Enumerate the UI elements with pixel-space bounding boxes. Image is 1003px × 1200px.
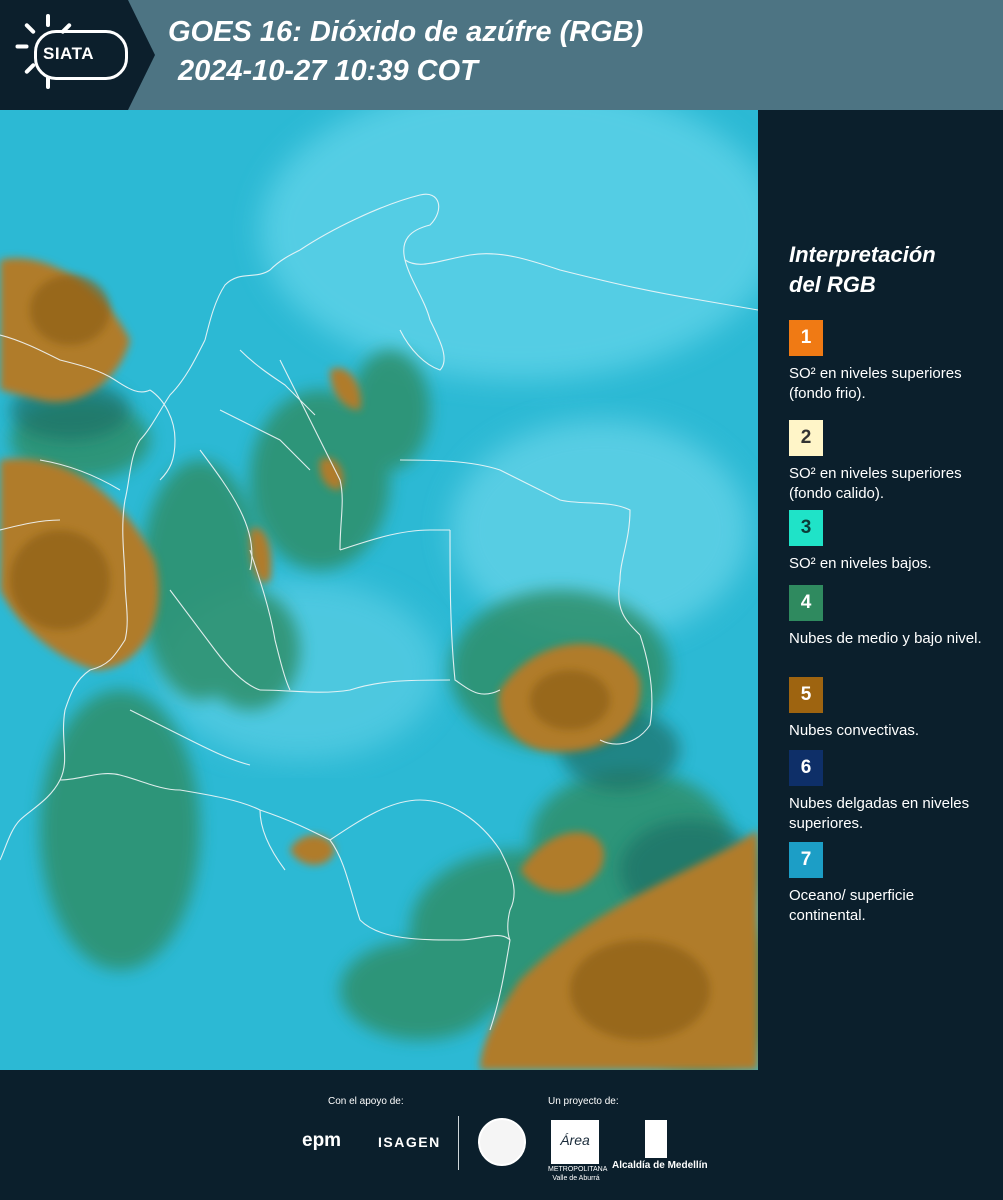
alcaldia-label[interactable]: Alcaldía de Medellín [612,1160,708,1171]
area-metropolitana-subtitle: METROPOLITANA Valle de Aburrá [548,1166,608,1182]
sun-ray-icon [46,14,50,27]
logo-text: SIATA [43,44,94,63]
page-timestamp: 2024-10-27 10:39 COT [178,55,478,87]
legend-item-5: 5 Nubes convectivas. [789,677,989,741]
epm-logo[interactable]: epm [302,1130,341,1152]
alcaldia-emblem-icon [645,1120,667,1158]
legend-item-4: 4 Nubes de medio y bajo nivel. [789,585,989,649]
legend-item-text: Nubes de medio y bajo nivel. [789,630,982,647]
page-title: GOES 16: Dióxido de azúfre (RGB) [168,16,644,48]
satellite-map[interactable] [0,110,758,1070]
legend-item-7: 7 Oceano/ superficie continental. [789,842,989,926]
legend-item-text: Nubes convectivas. [789,722,920,739]
legend-title: Interpretación del RGB [789,240,997,300]
legend-item-1: 1 SO² en niveles superiores (fondo frio)… [789,320,989,404]
legend-title-line1: Interpretación [789,242,936,267]
satellite-image-icon [0,110,758,1070]
area-metropolitana-logo[interactable]: Área [551,1120,599,1164]
legend-item-text: Nubes delgadas en niveles superiores. [789,795,970,832]
legend-swatch: 5 [789,677,823,713]
legend-swatch: 3 [789,510,823,546]
legend-item-6: 6 Nubes delgadas en niveles superiores. [789,750,989,834]
header-bar: SIATA GOES 16: Dióxido de azúfre (RGB) 2… [0,0,1003,110]
legend-item-text: SO² en niveles superiores (fondo frio). [789,365,962,402]
sun-ray-icon [23,22,37,35]
legend-item-text: Oceano/ superficie continental. [789,887,915,924]
project-label: Un proyecto de: [548,1096,619,1107]
legend-item-3: 3 SO² en niveles bajos. [789,510,989,574]
legend-swatch: 4 [789,585,823,621]
medellin-seal-icon[interactable] [478,1118,526,1166]
legend-title-line2: del RGB [789,272,876,297]
footer-divider [458,1116,459,1170]
legend-item-text: SO² en niveles superiores (fondo calido)… [789,465,962,502]
legend-panel: Interpretación del RGB 1 SO² en niveles … [772,240,997,924]
footer-bar: Con el apoyo de: Un proyecto de: epm ISA… [0,1070,1003,1200]
legend-swatch: 6 [789,750,823,786]
support-label: Con el apoyo de: [328,1096,404,1107]
isagen-logo[interactable]: ISAGEN [378,1134,441,1150]
legend-swatch: 1 [789,320,823,356]
sun-ray-icon [15,44,29,49]
legend-item-text: SO² en niveles bajos. [789,555,932,572]
legend-swatch: 2 [789,420,823,456]
siata-logo[interactable]: SIATA [0,0,155,110]
legend-item-2: 2 SO² en niveles superiores (fondo calid… [789,420,989,504]
legend-swatch: 7 [789,842,823,878]
